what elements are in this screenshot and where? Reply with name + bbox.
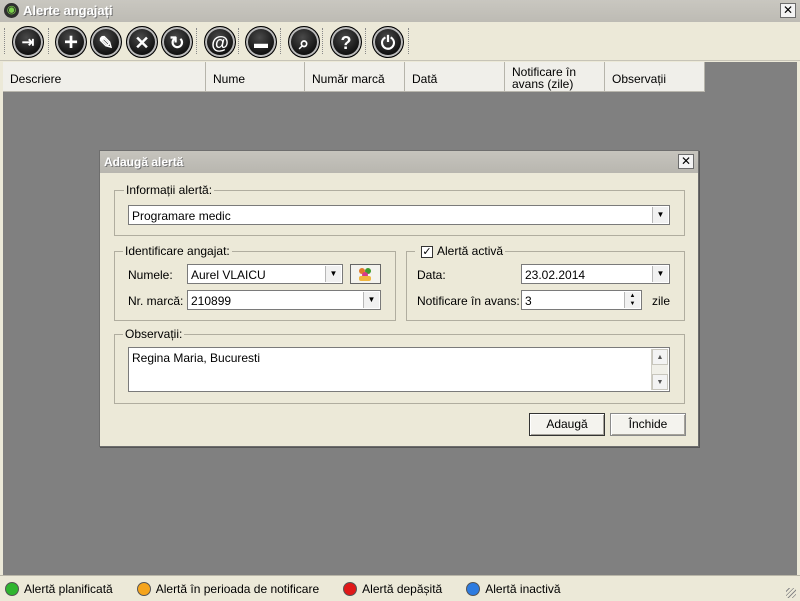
toolbar: ⇥ + ✎ ✕ ↻ @ ▬ ⌕ ? ⏻ <box>0 22 800 61</box>
dialog-close-button[interactable]: ✕ <box>678 154 694 169</box>
resize-grip-icon[interactable] <box>786 588 796 598</box>
column-header-data[interactable]: Dată <box>405 62 505 91</box>
employee-id-label: Nr. marcă: <box>128 294 184 308</box>
toolbar-separator <box>408 28 413 54</box>
legend-label: Alertă inactivă <box>485 581 561 596</box>
scroll-down-icon[interactable]: ▼ <box>652 374 668 390</box>
dialog-title-bar: Adaugă alertă ✕ <box>100 151 698 173</box>
employee-name-label: Numele: <box>128 268 173 282</box>
notes-value: Regina Maria, Bucuresti <box>132 351 261 365</box>
power-button[interactable]: ⏻ <box>372 26 404 58</box>
help-button[interactable]: ? <box>330 26 362 58</box>
notice-label: Notificare în avans: <box>417 294 520 308</box>
date-label: Data: <box>417 268 446 282</box>
employee-id-group: Identificare angajat: Numele: Aurel VLAI… <box>114 244 396 321</box>
employee-name-value: Aurel VLAICU <box>191 268 266 282</box>
orange-status-icon <box>136 581 151 596</box>
date-picker[interactable]: 23.02.2014 ▼ <box>521 264 670 284</box>
scroll-up-icon[interactable]: ▲ <box>652 349 668 365</box>
legend-label: Alertă depășită <box>362 581 443 596</box>
legend-label: Alertă planificată <box>24 581 113 596</box>
date-value: 23.02.2014 <box>525 268 586 282</box>
legend-planned: Alertă planificată <box>0 581 113 596</box>
alert-active-label: Alertă activă <box>437 244 504 258</box>
chevron-down-icon[interactable]: ▼ <box>363 292 379 308</box>
column-header-descriere[interactable]: Descriere <box>3 62 206 91</box>
toolbar-separator <box>322 28 327 54</box>
notes-legend: Observații: <box>123 327 185 341</box>
column-header-nume[interactable]: Nume <box>206 62 305 91</box>
notes-scrollbar[interactable]: ▲ ▼ <box>651 349 668 390</box>
notes-textarea[interactable]: Regina Maria, Bucuresti ▲ ▼ <box>128 347 670 392</box>
toolbar-separator <box>48 28 53 54</box>
notice-days-value: 3 <box>525 294 532 308</box>
add-alert-dialog: Adaugă alertă ✕ Informații alertă: Progr… <box>99 150 699 447</box>
chevron-down-icon[interactable]: ▼ <box>652 207 668 223</box>
add-alert-button[interactable]: Adaugă <box>529 413 605 436</box>
print-button[interactable]: ▬ <box>245 26 277 58</box>
email-button[interactable]: @ <box>204 26 236 58</box>
grid-header: Descriere Nume Număr marcă Dată Notifica… <box>3 62 705 92</box>
employee-name-select[interactable]: Aurel VLAICU ▼ <box>187 264 343 284</box>
employee-id-select[interactable]: 210899 ▼ <box>187 290 381 310</box>
alert-description-value: Programare medic <box>132 209 231 223</box>
chevron-down-icon[interactable]: ▼ <box>325 266 341 282</box>
toolbar-separator <box>196 28 201 54</box>
delete-button[interactable]: ✕ <box>126 26 158 58</box>
toolbar-separator <box>4 28 9 54</box>
green-status-icon <box>5 581 19 596</box>
legend-overdue: Alertă depășită <box>338 581 443 596</box>
notice-unit-label: zile <box>652 294 671 308</box>
toolbar-separator <box>280 28 285 54</box>
alert-description-select[interactable]: Programare medic ▼ <box>128 205 670 225</box>
title-bar: ◉ Alerte angajați ✕ <box>0 0 800 23</box>
toolbar-separator <box>365 28 370 54</box>
main-window: ◉ Alerte angajați ✕ ⇥ + ✎ ✕ ↻ @ ▬ ⌕ ? ⏻ … <box>0 0 800 601</box>
employee-id-value: 210899 <box>191 294 232 308</box>
legend-notice-period: Alertă în perioada de notificare <box>132 581 320 596</box>
alert-active-group: Alertă activă ✓ Data: 23.02.2014 ▼ Notif… <box>406 244 685 321</box>
notes-group: Observații: Regina Maria, Bucuresti ▲ ▼ <box>114 327 685 404</box>
search-button[interactable]: ⌕ <box>288 26 320 58</box>
close-dialog-button[interactable]: Închide <box>610 413 686 436</box>
column-header-notificare[interactable]: Notificare în avans (zile) <box>505 62 605 91</box>
legend-label: Alertă în perioada de notificare <box>155 581 320 596</box>
add-button[interactable]: + <box>55 26 87 58</box>
refresh-button[interactable]: ↻ <box>161 26 193 58</box>
blue-status-icon <box>466 581 481 596</box>
notice-days-stepper[interactable]: 3 ▲ ▼ <box>521 290 642 310</box>
alert-info-legend: Informații alertă: <box>124 183 215 197</box>
alert-info-group: Informații alertă: Programare medic ▼ <box>114 183 685 236</box>
dialog-title: Adaugă alertă <box>104 155 184 169</box>
chevron-down-icon[interactable]: ▼ <box>652 266 668 282</box>
status-bar: Alertă planificată Alertă în perioada de… <box>0 575 800 601</box>
edit-button[interactable]: ✎ <box>90 26 122 58</box>
column-header-numar-marca[interactable]: Număr marcă <box>305 62 405 91</box>
employee-lookup-button[interactable] <box>350 264 381 284</box>
toolbar-separator <box>238 28 243 54</box>
people-icon <box>359 268 371 281</box>
red-status-icon <box>343 581 358 596</box>
exit-button[interactable]: ⇥ <box>12 26 44 58</box>
window-title: Alerte angajați <box>23 3 113 18</box>
column-header-observatii[interactable]: Observații <box>605 62 705 91</box>
app-logo-icon: ◉ <box>4 3 19 18</box>
alert-active-checkbox[interactable]: ✓ <box>421 246 433 258</box>
window-close-button[interactable]: ✕ <box>780 3 796 18</box>
spinner-icon[interactable]: ▲ ▼ <box>624 292 640 308</box>
legend-inactive: Alertă inactivă <box>461 581 561 596</box>
employee-id-legend: Identificare angajat: <box>123 244 232 258</box>
